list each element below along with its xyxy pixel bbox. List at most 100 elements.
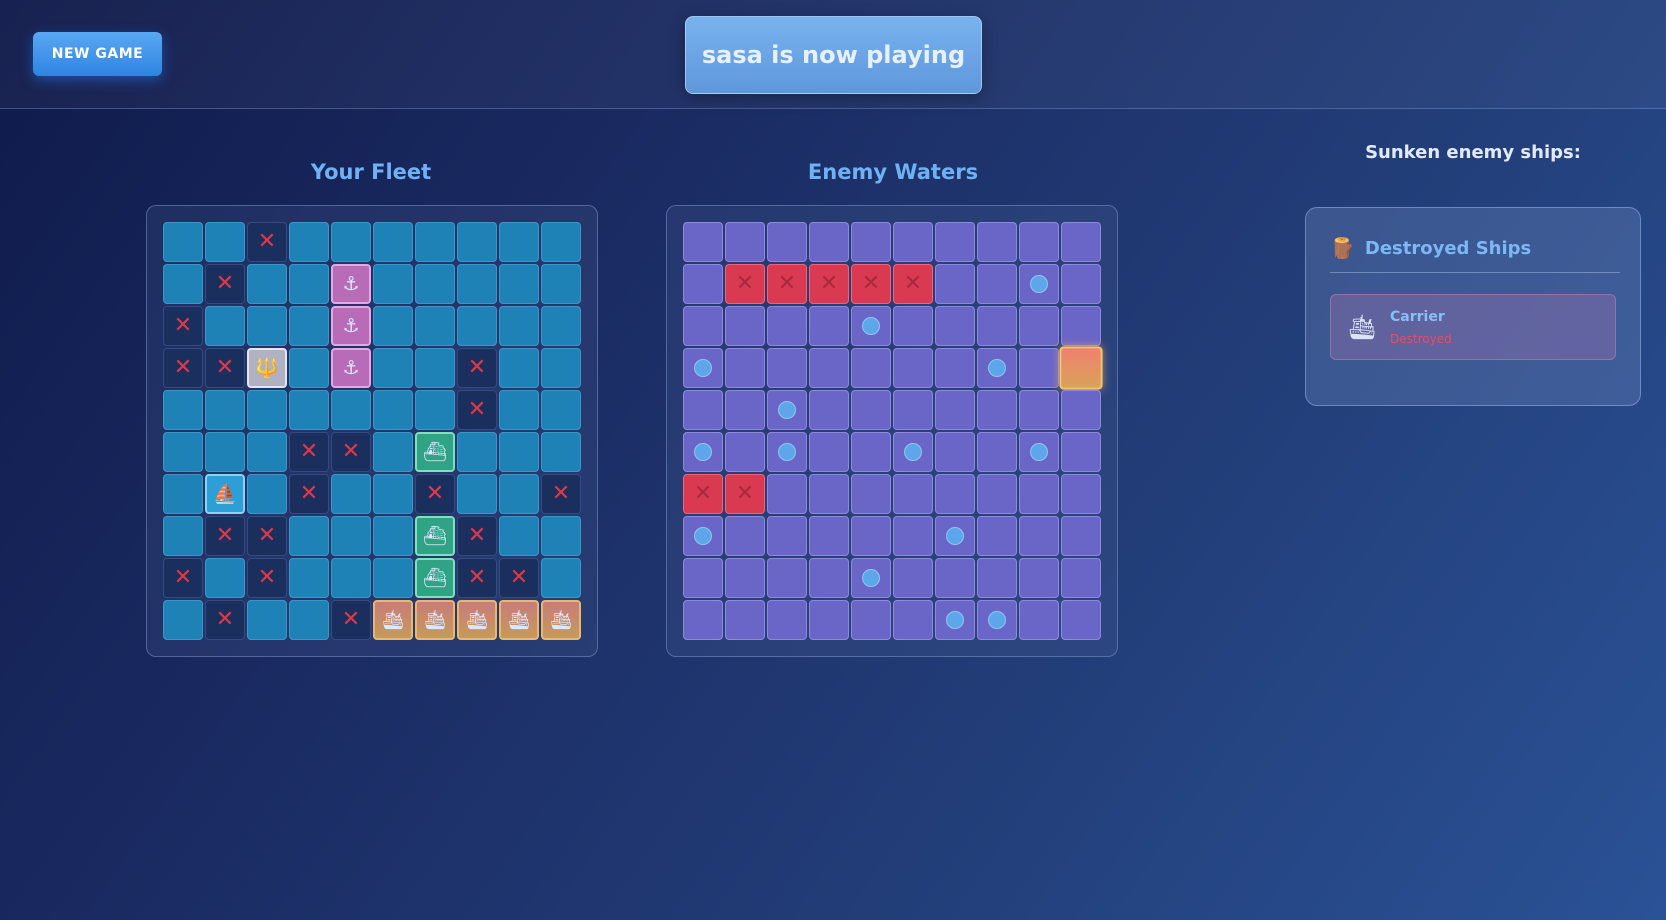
fleet-cell-miss: ✕ xyxy=(457,558,497,598)
fleet-cell xyxy=(163,516,203,556)
enemy-cell[interactable] xyxy=(851,600,891,640)
enemy-cell[interactable] xyxy=(809,432,849,472)
enemy-cell[interactable] xyxy=(1061,474,1101,514)
enemy-cell[interactable] xyxy=(893,600,933,640)
enemy-cell[interactable] xyxy=(725,348,765,388)
enemy-cell[interactable] xyxy=(1061,558,1101,598)
enemy-cell[interactable] xyxy=(809,222,849,262)
enemy-cell-hover-target[interactable] xyxy=(1059,346,1103,390)
miss-dot-icon xyxy=(862,569,880,587)
enemy-cell[interactable] xyxy=(725,600,765,640)
enemy-cell[interactable] xyxy=(767,516,807,556)
enemy-cell[interactable] xyxy=(977,432,1017,472)
enemy-cell[interactable] xyxy=(683,306,723,346)
enemy-cell[interactable] xyxy=(977,222,1017,262)
enemy-cell[interactable] xyxy=(1019,516,1059,556)
enemy-cell[interactable] xyxy=(935,390,975,430)
enemy-cell[interactable] xyxy=(851,432,891,472)
enemy-cell[interactable] xyxy=(767,474,807,514)
enemy-cell[interactable] xyxy=(725,516,765,556)
enemy-cell[interactable] xyxy=(683,558,723,598)
fleet-cell xyxy=(247,474,287,514)
enemy-cell[interactable] xyxy=(767,558,807,598)
miss-x-icon: ✕ xyxy=(215,607,235,632)
new-game-button[interactable]: NEW GAME xyxy=(33,32,162,76)
enemy-cell[interactable] xyxy=(809,390,849,430)
enemy-cell[interactable] xyxy=(935,432,975,472)
enemy-cell[interactable] xyxy=(893,222,933,262)
enemy-cell[interactable] xyxy=(977,516,1017,556)
sunken-ships-heading: Sunken enemy ships: xyxy=(1365,142,1581,163)
enemy-cell[interactable] xyxy=(893,474,933,514)
fleet-cell-cruiser: ⛴ xyxy=(415,516,455,556)
enemy-cell[interactable] xyxy=(1061,306,1101,346)
miss-x-icon: ✕ xyxy=(257,523,277,548)
enemy-cell[interactable] xyxy=(767,306,807,346)
fleet-cell xyxy=(457,474,497,514)
enemy-cell[interactable] xyxy=(725,222,765,262)
enemy-cell[interactable] xyxy=(725,390,765,430)
enemy-cell[interactable] xyxy=(893,348,933,388)
enemy-cell[interactable] xyxy=(683,264,723,304)
enemy-cell[interactable] xyxy=(767,600,807,640)
enemy-cell[interactable] xyxy=(725,558,765,598)
fleet-cell xyxy=(499,264,539,304)
miss-dot-icon xyxy=(988,359,1006,377)
your-fleet-board: ✕ ✕ ⚓ ✕ ⚓ ✕ ✕ 🔱 ⚓ ✕ ✕ ✕ ✕ ⛴ ⛵ ✕ ✕ ✕ ✕ ✕ ⛴ ✕ ✕ ✕ ⛴ ✕ ✕ ✕ ✕ 🛳 🛳 🛳 🛳 🛳 xyxy=(146,205,598,657)
enemy-cell[interactable] xyxy=(935,264,975,304)
carrier-icon: 🛳 xyxy=(422,608,448,631)
enemy-cell[interactable] xyxy=(893,516,933,556)
enemy-cell[interactable] xyxy=(725,306,765,346)
enemy-cell[interactable] xyxy=(1061,516,1101,556)
enemy-cell[interactable] xyxy=(683,222,723,262)
enemy-cell[interactable] xyxy=(725,432,765,472)
enemy-cell[interactable] xyxy=(767,348,807,388)
enemy-cell[interactable] xyxy=(1061,600,1101,640)
fleet-cell xyxy=(415,348,455,388)
enemy-cell[interactable] xyxy=(893,558,933,598)
enemy-cell[interactable] xyxy=(977,264,1017,304)
enemy-cell[interactable] xyxy=(767,222,807,262)
enemy-cell[interactable] xyxy=(851,516,891,556)
enemy-cell[interactable] xyxy=(1019,348,1059,388)
enemy-cell[interactable] xyxy=(977,390,1017,430)
enemy-cell[interactable] xyxy=(1019,600,1059,640)
enemy-cell[interactable] xyxy=(935,222,975,262)
enemy-cell[interactable] xyxy=(1019,558,1059,598)
enemy-cell[interactable] xyxy=(809,474,849,514)
enemy-cell[interactable] xyxy=(1019,306,1059,346)
enemy-cell[interactable] xyxy=(1019,222,1059,262)
fleet-cell xyxy=(247,264,287,304)
enemy-cell[interactable] xyxy=(851,474,891,514)
enemy-cell[interactable] xyxy=(1061,390,1101,430)
enemy-cell[interactable] xyxy=(683,600,723,640)
miss-x-icon: ✕ xyxy=(551,481,571,506)
enemy-cell[interactable] xyxy=(935,474,975,514)
enemy-cell[interactable] xyxy=(1019,390,1059,430)
enemy-cell[interactable] xyxy=(977,306,1017,346)
enemy-cell[interactable] xyxy=(935,306,975,346)
enemy-cell[interactable] xyxy=(893,390,933,430)
enemy-cell[interactable] xyxy=(851,222,891,262)
enemy-cell[interactable] xyxy=(1061,432,1101,472)
enemy-cell-miss xyxy=(1019,432,1059,472)
anchor-icon: ⚓ xyxy=(342,356,360,379)
enemy-cell[interactable] xyxy=(935,348,975,388)
enemy-cell[interactable] xyxy=(809,306,849,346)
enemy-cell[interactable] xyxy=(977,474,1017,514)
enemy-cell[interactable] xyxy=(683,390,723,430)
enemy-cell[interactable] xyxy=(1019,474,1059,514)
enemy-cell[interactable] xyxy=(1061,222,1101,262)
enemy-cell[interactable] xyxy=(851,390,891,430)
enemy-cell[interactable] xyxy=(977,558,1017,598)
enemy-cell[interactable] xyxy=(809,516,849,556)
enemy-cell[interactable] xyxy=(809,600,849,640)
enemy-cell[interactable] xyxy=(1061,264,1101,304)
enemy-cell[interactable] xyxy=(851,348,891,388)
fleet-cell-cruiser: ⛴ xyxy=(415,558,455,598)
enemy-cell[interactable] xyxy=(809,348,849,388)
enemy-cell[interactable] xyxy=(809,558,849,598)
enemy-cell[interactable] xyxy=(935,558,975,598)
enemy-cell-hit: ✕ xyxy=(893,264,933,304)
enemy-cell[interactable] xyxy=(893,306,933,346)
